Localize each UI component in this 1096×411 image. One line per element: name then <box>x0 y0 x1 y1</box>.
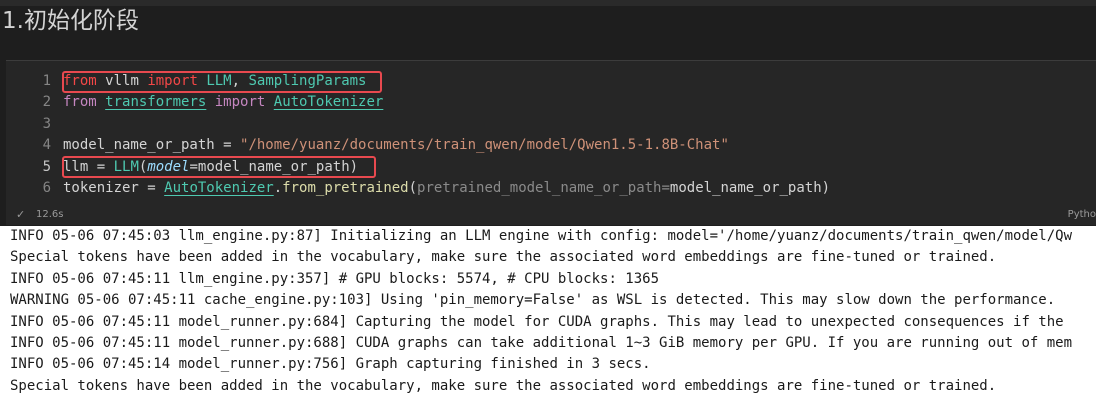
code-text: tokenizer = AutoTokenizer.from_pretraine… <box>63 178 830 199</box>
top-strip <box>0 0 1096 6</box>
line-number: 6 <box>42 179 51 196</box>
output-line: INFO 05-06 07:45:14 model_runner.py:756]… <box>10 356 651 373</box>
code-line[interactable]: 4 model_name_or_path = "/home/yuanz/docum… <box>6 135 1096 156</box>
code-line[interactable]: 3 <box>6 114 1096 135</box>
code-token: tokenizer <box>63 179 139 196</box>
code-text: from transformers import AutoTokenizer <box>63 92 383 113</box>
success-check-icon: ✓ <box>16 208 26 221</box>
output-line: INFO 05-06 07:45:11 llm_engine.py:357] #… <box>10 270 660 287</box>
code-line[interactable]: 2 from transformers import AutoTokenizer <box>6 92 1096 113</box>
line-number: 2 <box>42 94 51 111</box>
code-token: ) <box>821 179 831 196</box>
output-line: WARNING 05-06 07:45:11 cache_engine.py:1… <box>10 292 1056 309</box>
code-token: = <box>214 137 241 154</box>
code-token: model_name_or_path <box>63 137 215 154</box>
code-token: = <box>138 179 165 196</box>
code-token: model_name_or_path <box>669 179 822 196</box>
code-token: . <box>273 179 283 196</box>
kernel-language[interactable]: Pytho <box>1068 205 1096 225</box>
code-text: model_name_or_path = "/home/yuanz/docume… <box>63 135 729 156</box>
code-token: AutoTokenizer <box>164 179 274 196</box>
highlight-box-line-5 <box>62 156 376 178</box>
line-number: 5 <box>42 158 51 175</box>
output-line: INFO 05-06 07:45:11 model_runner.py:684]… <box>10 313 1064 330</box>
code-token: "/home/yuanz/documents/train_qwen/model/… <box>240 137 729 154</box>
code-token: AutoTokenizer <box>273 94 384 111</box>
code-token: transformers <box>105 94 207 111</box>
code-token: from <box>63 94 97 111</box>
line-number: 4 <box>42 137 51 154</box>
code-token: ( <box>408 179 418 196</box>
cell-status-bar: ✓ 12.6s Pytho <box>6 205 1096 225</box>
highlight-box-line-1 <box>62 71 382 93</box>
section-heading: 1.初始化阶段 <box>2 8 139 34</box>
output-line: Special tokens have been added in the vo… <box>10 377 997 394</box>
code-token: import <box>214 94 266 111</box>
output-line: INFO 05-06 07:45:11 model_runner.py:688]… <box>10 334 1073 351</box>
execution-time: 12.6s <box>36 209 64 220</box>
output-line: Special tokens have been added in the vo… <box>10 249 997 266</box>
code-token: pretrained_model_name_or_path= <box>417 179 670 196</box>
output-line: INFO 05-06 07:45:03 llm_engine.py:87] In… <box>10 228 1073 244</box>
line-number: 3 <box>42 115 51 132</box>
cell-output: INFO 05-06 07:45:03 llm_engine.py:87] In… <box>0 226 1096 411</box>
code-cell[interactable]: 1 from vllm import LLM, SamplingParams 2 fr… <box>6 60 1096 225</box>
code-line[interactable]: 6 tokenizer = AutoTokenizer.from_pretrain… <box>6 178 1096 199</box>
code-token: from_pretrained <box>282 179 409 196</box>
line-number: 1 <box>42 73 51 89</box>
